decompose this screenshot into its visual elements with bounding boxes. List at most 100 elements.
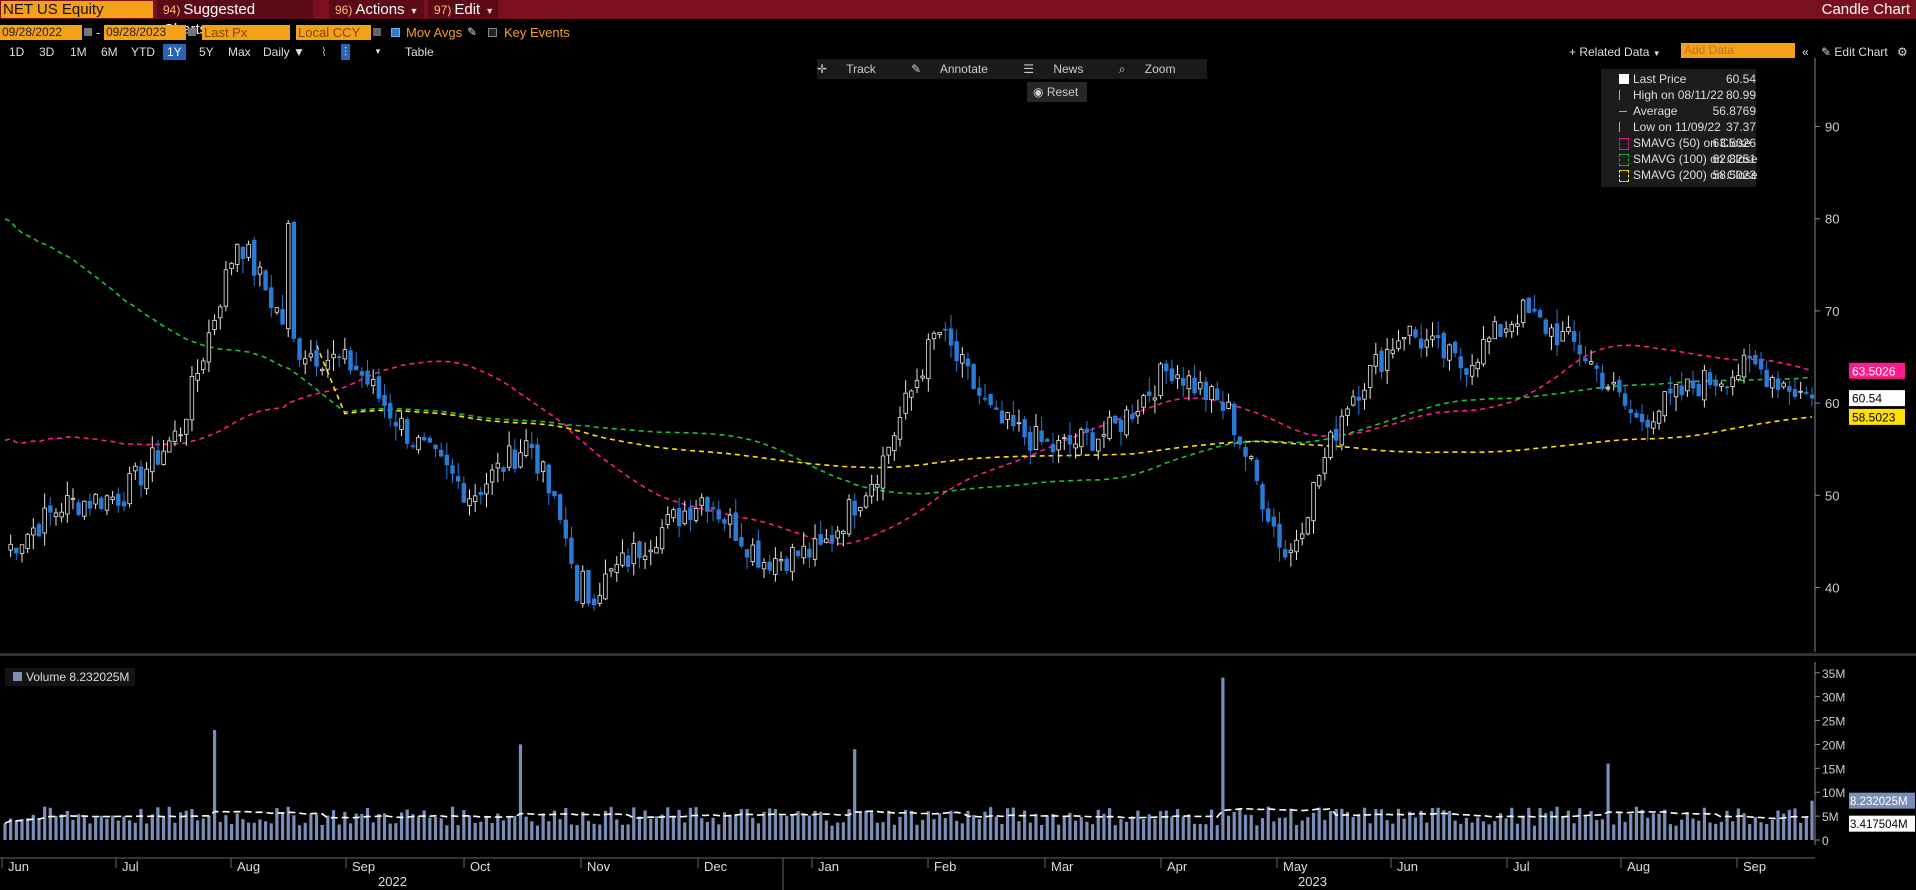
field-select[interactable]: Last Px bbox=[202, 25, 290, 40]
candle-up bbox=[1101, 434, 1107, 437]
candle-down bbox=[1413, 329, 1418, 338]
candle bbox=[1736, 363, 1741, 382]
pencil-icon[interactable]: ✎ bbox=[467, 25, 477, 40]
price-tick-label: 80 bbox=[1825, 212, 1839, 227]
volume-bar bbox=[1181, 816, 1185, 840]
volume-bar bbox=[558, 819, 562, 840]
candle bbox=[365, 359, 370, 388]
table-button[interactable]: Table bbox=[405, 44, 434, 60]
volume-bar bbox=[1119, 819, 1123, 840]
start-date-field[interactable]: 09/28/2022 bbox=[0, 25, 82, 40]
candle-down bbox=[1260, 484, 1265, 510]
candle bbox=[1713, 374, 1718, 397]
volume-bar bbox=[1385, 820, 1389, 840]
candle-down bbox=[1787, 386, 1792, 392]
candle bbox=[1600, 364, 1605, 391]
mov-avgs-label[interactable]: Mov Avgs bbox=[406, 25, 462, 40]
candle-up bbox=[1198, 382, 1203, 390]
actions-menu[interactable]: 96) Actions ▼ bbox=[329, 0, 424, 19]
currency-select[interactable]: Local CCY bbox=[296, 25, 371, 40]
edit-chart-button[interactable]: ✎ Edit Chart bbox=[1821, 44, 1888, 60]
candle-down bbox=[1130, 414, 1135, 420]
pane-divider[interactable] bbox=[0, 653, 1916, 656]
candle-down bbox=[1792, 389, 1798, 397]
track-button[interactable]: ✛ Track bbox=[817, 62, 892, 76]
legend-name: Average bbox=[1633, 104, 1678, 118]
volume-bar bbox=[201, 818, 205, 840]
calendar-icon[interactable] bbox=[188, 28, 196, 36]
volume-bar bbox=[1810, 800, 1814, 840]
legend-value: 37.37 bbox=[1725, 120, 1756, 134]
zoom-button[interactable]: ⌕ Zoom bbox=[1119, 62, 1192, 76]
security-field[interactable]: NET US Equity bbox=[1, 1, 153, 18]
volume-bar bbox=[756, 823, 760, 840]
volume-bar bbox=[150, 814, 154, 840]
frequency-select[interactable]: Daily ▼ bbox=[263, 44, 305, 60]
mov-avgs-checkbox[interactable] bbox=[391, 28, 400, 37]
caret-down-icon: ▼ bbox=[293, 45, 305, 59]
candle-up bbox=[257, 266, 263, 275]
related-data-menu[interactable]: + Related Data ▼ bbox=[1569, 44, 1661, 62]
period-max[interactable]: Max bbox=[228, 44, 251, 60]
candle bbox=[161, 439, 166, 466]
candle bbox=[1203, 376, 1209, 412]
candle bbox=[574, 563, 580, 603]
period-1m[interactable]: 1M bbox=[70, 44, 87, 60]
period-1d[interactable]: 1D bbox=[9, 44, 24, 60]
candle bbox=[376, 368, 382, 403]
gear-icon[interactable]: ⚙ bbox=[1897, 44, 1908, 60]
legend-row-smavg-200: SMAVG (200) on Close 58.5023 bbox=[1601, 167, 1758, 183]
key-events-checkbox[interactable] bbox=[488, 28, 497, 37]
candle bbox=[569, 526, 574, 569]
candle bbox=[937, 332, 942, 339]
candle-down bbox=[722, 519, 727, 524]
candle-up bbox=[1469, 364, 1475, 377]
period-1y[interactable]: 1Y bbox=[163, 44, 186, 60]
add-data-input[interactable]: Add Data bbox=[1681, 43, 1795, 58]
volume-bar bbox=[184, 810, 188, 840]
candle-down bbox=[744, 549, 750, 558]
line-chart-icon[interactable]: ⌇ bbox=[321, 44, 327, 60]
candle-down bbox=[393, 421, 399, 427]
news-button[interactable]: ☰ News bbox=[1023, 62, 1099, 76]
end-date-field[interactable]: 09/28/2023 bbox=[104, 25, 186, 40]
candle bbox=[427, 435, 433, 444]
caret-down-icon[interactable]: ▼ bbox=[374, 44, 382, 60]
candle-up bbox=[880, 455, 886, 489]
candle bbox=[1656, 409, 1662, 430]
volume-legend[interactable]: Volume 8.232025M bbox=[5, 668, 136, 686]
menu-number: 94) bbox=[163, 3, 181, 17]
calendar-icon[interactable] bbox=[84, 28, 92, 36]
candle-down bbox=[404, 418, 410, 444]
dropdown-arrow-icon[interactable] bbox=[373, 28, 381, 36]
candle bbox=[1566, 315, 1571, 335]
candle-chart-icon[interactable]: ⫶ bbox=[341, 44, 351, 60]
candle-down bbox=[988, 394, 993, 406]
annotate-button[interactable]: ✎ Annotate bbox=[911, 62, 1004, 76]
candle-up bbox=[93, 493, 98, 505]
period-ytd[interactable]: YTD bbox=[131, 44, 155, 60]
volume-bar bbox=[156, 807, 160, 840]
candle-up bbox=[416, 436, 421, 451]
legend-row-smavg-100: SMAVG (100) on Close 62.8251 bbox=[1601, 151, 1758, 167]
period-5y[interactable]: 5Y bbox=[199, 44, 214, 60]
candle-up bbox=[1079, 428, 1084, 448]
candle bbox=[1328, 430, 1333, 461]
candle-down bbox=[574, 565, 580, 602]
collapse-icon[interactable]: « bbox=[1802, 44, 1809, 60]
suggested-charts-menu[interactable]: 94)Suggested Charts▼ bbox=[157, 0, 313, 38]
period-3d[interactable]: 3D bbox=[39, 44, 54, 60]
volume-bar bbox=[1742, 813, 1746, 840]
legend-row-last-price: Last Price 60.54 bbox=[1601, 71, 1756, 87]
reset-button[interactable]: ◉ Reset bbox=[1027, 82, 1087, 102]
candle bbox=[25, 533, 30, 553]
key-events-label[interactable]: Key Events bbox=[504, 25, 570, 40]
period-6m[interactable]: 6M bbox=[101, 44, 118, 60]
candle-down bbox=[943, 328, 948, 331]
candle bbox=[1407, 325, 1413, 345]
candle-up bbox=[1249, 456, 1254, 459]
legend-value: 63.5026 bbox=[1712, 136, 1756, 150]
chart-legend[interactable]: Last Price 60.54 High on 08/11/22 80.99 Av… bbox=[1601, 69, 1758, 187]
edit-menu[interactable]: 97) Edit ▼ bbox=[428, 0, 498, 19]
volume-bar bbox=[1657, 813, 1661, 840]
